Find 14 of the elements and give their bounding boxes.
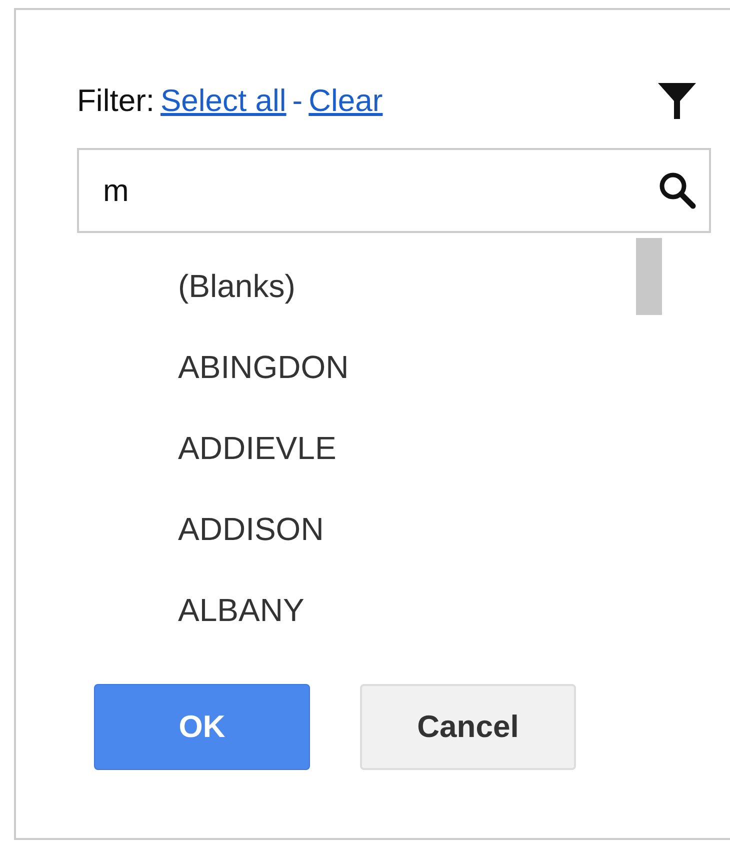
separator: - (292, 83, 303, 119)
clear-link[interactable]: Clear (308, 83, 383, 119)
list-item[interactable]: ABINGDON (178, 336, 711, 417)
scrollbar-thumb[interactable] (636, 238, 662, 315)
list-item[interactable]: (Blanks) (178, 255, 711, 336)
select-all-link[interactable]: Select all (160, 83, 286, 119)
list-item[interactable]: ALBANY (178, 579, 711, 660)
list-item[interactable]: ADDISON (178, 498, 711, 579)
filter-icon[interactable] (657, 82, 697, 120)
search-field[interactable]: m (77, 148, 711, 233)
list-item[interactable]: ADDIEVLE (178, 417, 711, 498)
cancel-button[interactable]: Cancel (360, 684, 576, 770)
search-icon[interactable] (657, 170, 697, 210)
filter-label: Filter: (77, 83, 154, 119)
